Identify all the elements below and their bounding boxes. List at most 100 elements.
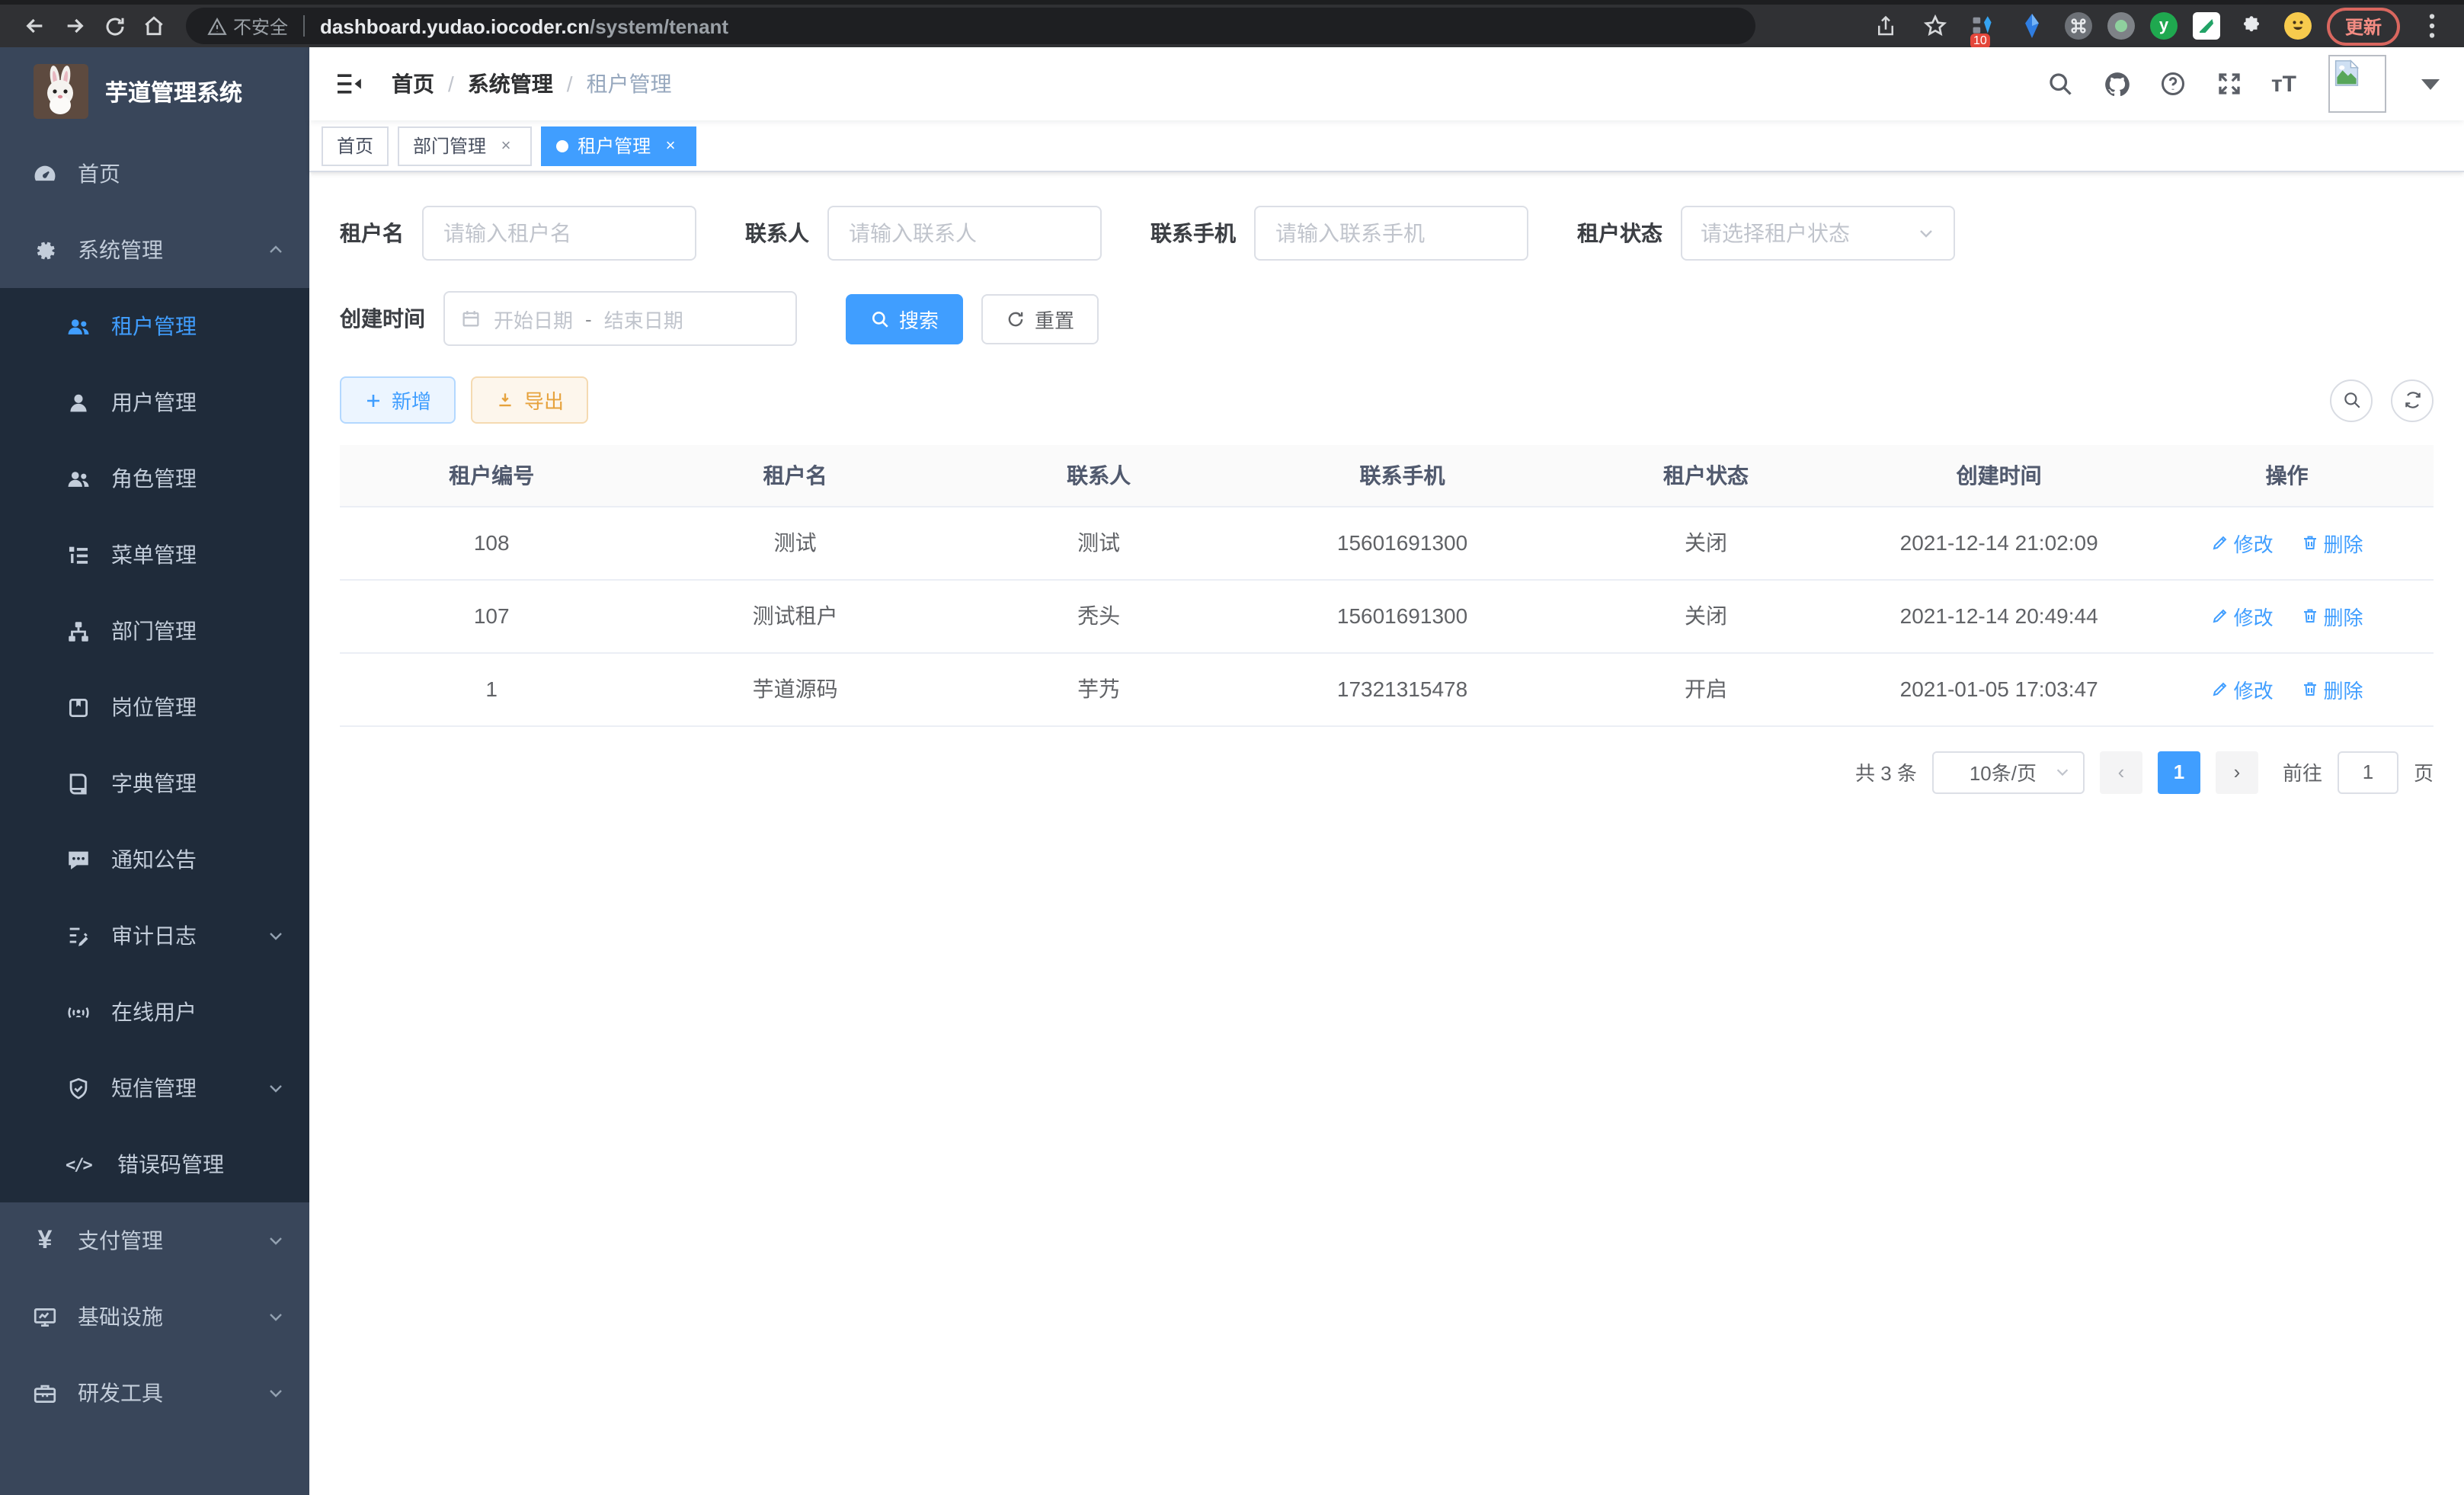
home-icon[interactable] bbox=[134, 6, 174, 46]
trash-icon bbox=[2300, 680, 2318, 698]
extensions-puzzle-icon[interactable] bbox=[2235, 9, 2269, 43]
contact-input[interactable] bbox=[827, 206, 1102, 261]
filter-label: 租户名 bbox=[340, 218, 404, 248]
tab-dept[interactable]: 部门管理 × bbox=[398, 126, 532, 165]
extension-drop-icon[interactable] bbox=[2016, 9, 2050, 43]
help-icon[interactable] bbox=[2158, 69, 2189, 99]
github-icon[interactable] bbox=[2102, 69, 2133, 99]
badge-icon bbox=[66, 694, 91, 720]
app-logo[interactable]: 芋道管理系统 bbox=[0, 47, 309, 136]
sidebar-item-audit-log[interactable]: 审计日志 bbox=[0, 898, 309, 974]
sidebar-item-error-code[interactable]: </> 错误码管理 bbox=[0, 1126, 309, 1202]
url-path: /system/tenant bbox=[590, 14, 728, 37]
toolbox-icon bbox=[32, 1380, 58, 1406]
font-size-icon[interactable]: тT bbox=[2271, 71, 2296, 97]
sidebar-item-system[interactable]: 系统管理 bbox=[0, 212, 309, 288]
cell-contact: 秃头 bbox=[947, 579, 1250, 652]
tab-label: 租户管理 bbox=[578, 133, 651, 158]
reset-button[interactable]: 重置 bbox=[981, 293, 1099, 344]
page-1-button[interactable]: 1 bbox=[2158, 751, 2200, 793]
tenant-name-input[interactable] bbox=[422, 206, 696, 261]
sidebar-item-label: 系统管理 bbox=[78, 235, 163, 265]
tab-home[interactable]: 首页 bbox=[322, 126, 389, 165]
sidebar-item-user[interactable]: 用户管理 bbox=[0, 364, 309, 440]
extension-pin-icon[interactable]: 10 bbox=[1967, 9, 2001, 43]
back-icon[interactable] bbox=[15, 6, 55, 46]
edit-link[interactable]: 修改 bbox=[2211, 601, 2274, 630]
sidebar-item-payment[interactable]: ¥ 支付管理 bbox=[0, 1202, 309, 1279]
avatar-caret-down-icon[interactable] bbox=[2421, 78, 2440, 89]
sidebar-item-post[interactable]: 岗位管理 bbox=[0, 669, 309, 745]
sidebar: 芋道管理系统 首页 系统管理 租户管理 用户管理 bbox=[0, 47, 309, 1495]
cell-status: 开启 bbox=[1554, 652, 1858, 725]
share-icon[interactable] bbox=[1870, 9, 1903, 43]
browser-update-button[interactable]: 更新 bbox=[2327, 7, 2400, 45]
goto-page-input[interactable] bbox=[2338, 751, 2398, 793]
sidebar-item-infrastructure[interactable]: 基础设施 bbox=[0, 1279, 309, 1355]
delete-link[interactable]: 删除 bbox=[2300, 528, 2363, 557]
breadcrumb-current: 租户管理 bbox=[587, 69, 672, 99]
prev-page-button[interactable]: ‹ bbox=[2100, 751, 2142, 793]
sidebar-item-role[interactable]: 角色管理 bbox=[0, 440, 309, 517]
add-button[interactable]: 新增 bbox=[340, 376, 456, 424]
sidebar-item-home[interactable]: 首页 bbox=[0, 136, 309, 212]
avatar[interactable] bbox=[2328, 55, 2386, 113]
cell-tenant-name: 芋道源码 bbox=[643, 652, 946, 725]
fullscreen-icon[interactable] bbox=[2215, 69, 2245, 99]
sidebar-item-tenant[interactable]: 租户管理 bbox=[0, 288, 309, 364]
tab-label: 部门管理 bbox=[413, 133, 486, 158]
col-tenant-id: 租户编号 bbox=[340, 445, 643, 506]
sidebar-item-dict[interactable]: 字典管理 bbox=[0, 745, 309, 821]
breadcrumb-separator: / bbox=[448, 72, 454, 96]
next-page-button[interactable]: › bbox=[2216, 751, 2258, 793]
breadcrumb-system[interactable]: 系统管理 bbox=[468, 69, 553, 99]
sidebar-item-menu[interactable]: 菜单管理 bbox=[0, 517, 309, 593]
browser-menu-icon[interactable] bbox=[2415, 9, 2449, 43]
show-search-button[interactable] bbox=[2330, 379, 2373, 421]
edit-link[interactable]: 修改 bbox=[2211, 528, 2274, 557]
mobile-input[interactable] bbox=[1254, 206, 1528, 261]
bookmark-star-icon[interactable] bbox=[1918, 9, 1952, 43]
search-button[interactable]: 搜索 bbox=[846, 293, 963, 344]
export-button[interactable]: 导出 bbox=[471, 376, 588, 424]
reload-icon[interactable] bbox=[94, 6, 134, 46]
delete-link[interactable]: 删除 bbox=[2300, 601, 2363, 630]
tab-close-icon[interactable]: × bbox=[495, 135, 517, 156]
col-actions: 操作 bbox=[2140, 445, 2434, 506]
date-range-picker[interactable]: 开始日期 - 结束日期 bbox=[443, 291, 797, 346]
forward-icon[interactable] bbox=[55, 6, 94, 46]
code-icon: </> bbox=[66, 1154, 105, 1174]
filter-label: 联系手机 bbox=[1150, 218, 1236, 248]
extension-green-icon[interactable] bbox=[2193, 12, 2220, 40]
page-size-select[interactable]: 10条/页 bbox=[1932, 751, 2085, 793]
sidebar-item-online-users[interactable]: 在线用户 bbox=[0, 974, 309, 1050]
extension-command-icon[interactable] bbox=[2065, 12, 2092, 40]
col-contact: 联系人 bbox=[947, 445, 1250, 506]
breadcrumb-home[interactable]: 首页 bbox=[392, 69, 434, 99]
sidebar-item-dept[interactable]: 部门管理 bbox=[0, 593, 309, 669]
extension-y-icon[interactable]: y bbox=[2150, 12, 2178, 40]
browser-actions: 10 y 更新 bbox=[1870, 7, 2449, 45]
url-bar[interactable]: 不安全 dashboard.yudao.iocoder.cn/system/te… bbox=[186, 8, 1755, 44]
goto-label: 前往 bbox=[2283, 757, 2322, 786]
refresh-table-button[interactable] bbox=[2391, 379, 2434, 421]
logo-rabbit-image bbox=[34, 64, 88, 119]
tab-close-icon[interactable]: × bbox=[660, 135, 681, 156]
sidebar-item-label: 部门管理 bbox=[111, 616, 197, 646]
cell-tenant-id: 108 bbox=[340, 506, 643, 579]
delete-link[interactable]: 删除 bbox=[2300, 674, 2363, 703]
search-icon[interactable] bbox=[2046, 69, 2076, 99]
extension-emoji-icon[interactable] bbox=[2284, 12, 2312, 40]
broadcast-icon bbox=[66, 999, 91, 1025]
trash-icon bbox=[2300, 607, 2318, 625]
sidebar-item-sms[interactable]: 短信管理 bbox=[0, 1050, 309, 1126]
tab-tenant[interactable]: 租户管理 × bbox=[541, 126, 696, 165]
chevron-down-icon bbox=[267, 1079, 285, 1097]
sidebar-item-notice[interactable]: 通知公告 bbox=[0, 821, 309, 898]
edit-link[interactable]: 修改 bbox=[2211, 674, 2274, 703]
sidebar-fold-icon[interactable] bbox=[334, 67, 367, 101]
extension-dot-icon[interactable] bbox=[2107, 12, 2135, 40]
status-select[interactable]: 请选择租户状态 bbox=[1681, 206, 1955, 261]
sidebar-item-dev-tools[interactable]: 研发工具 bbox=[0, 1355, 309, 1431]
filter-tenant-name: 租户名 bbox=[340, 206, 696, 261]
